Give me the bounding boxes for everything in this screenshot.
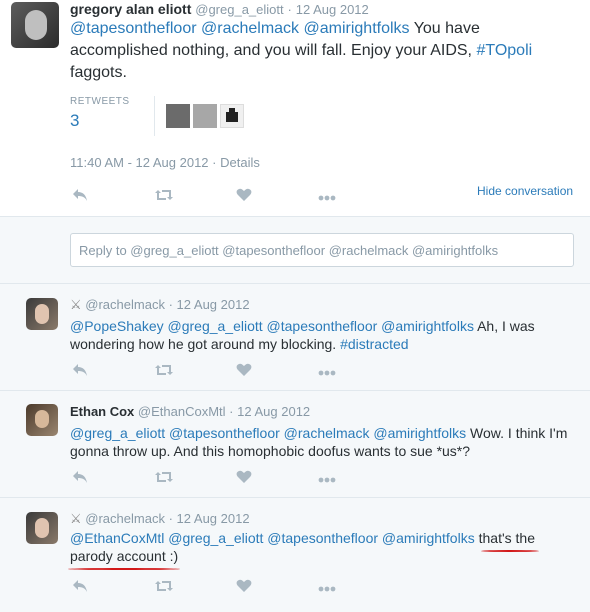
handle[interactable]: @EthanCoxMtl — [138, 404, 226, 419]
avatar[interactable] — [26, 404, 58, 436]
more-button[interactable] — [318, 362, 400, 382]
reply-icon — [72, 363, 88, 382]
separator-dot: · — [212, 155, 217, 170]
heart-icon — [236, 470, 252, 489]
retweeter-avatars — [166, 104, 244, 128]
tweet-actions — [72, 362, 400, 382]
retweet-icon — [154, 188, 174, 207]
hide-conversation-link[interactable]: Hide conversation — [477, 184, 573, 198]
retweets-count[interactable]: 3 — [70, 111, 154, 131]
tweet-text: @tapesonthefloor @rachelmack @amirightfo… — [70, 20, 533, 81]
red-underline-annotation — [481, 550, 539, 552]
more-button[interactable] — [318, 578, 400, 598]
heart-icon — [236, 579, 252, 598]
handle[interactable]: @rachelmack — [85, 297, 165, 312]
more-button[interactable] — [318, 469, 400, 489]
reply-button[interactable] — [72, 187, 154, 207]
retweeter-avatar[interactable] — [220, 104, 244, 128]
tweet-date[interactable]: 12 Aug 2012 — [237, 404, 310, 419]
reply-icon — [72, 579, 88, 598]
heart-icon — [236, 188, 252, 207]
reply-tweet: ⚔ @rachelmack · 12 Aug 2012 @EthanCoxMtl… — [0, 497, 590, 612]
red-underline-annotation — [68, 568, 180, 570]
tweet-text: @PopeShakey @greg_a_eliott @tapesonthefl… — [70, 318, 535, 352]
more-dots-icon — [318, 579, 336, 597]
favorite-button[interactable] — [236, 578, 318, 598]
favorite-button[interactable] — [236, 362, 318, 382]
reply-button[interactable] — [72, 578, 154, 598]
handle[interactable]: @greg_a_eliott — [195, 2, 283, 17]
more-dots-icon — [318, 188, 336, 206]
tweet-actions — [72, 469, 400, 489]
separator-dot: · — [168, 297, 173, 312]
tweet-timestamp[interactable]: 11:40 AM - 12 Aug 2012 — [70, 155, 209, 170]
mention[interactable]: @tapesonthefloor — [70, 20, 197, 37]
favorite-button[interactable] — [236, 187, 318, 207]
retweet-button[interactable] — [154, 578, 236, 598]
avatar[interactable] — [11, 2, 59, 48]
reply-input[interactable]: Reply to @greg_a_eliott @tapesonthefloor… — [70, 233, 574, 267]
display-name[interactable]: gregory alan eliott — [70, 1, 191, 17]
separator-dot: · — [229, 404, 234, 419]
reply-icon — [72, 188, 88, 207]
more-dots-icon — [318, 470, 336, 488]
mentions[interactable]: @EthanCoxMtl @greg_a_eliott @tapesonthef… — [70, 530, 475, 546]
reply-tweet: Ethan Cox @EthanCoxMtl · 12 Aug 2012 @gr… — [0, 390, 590, 497]
mentions[interactable]: @PopeShakey @greg_a_eliott @tapesonthefl… — [70, 318, 474, 334]
reply-icon — [72, 470, 88, 489]
main-tweet: gregory alan eliott @greg_a_eliott · 12 … — [0, 0, 590, 216]
mention[interactable]: @amirightfolks — [304, 20, 410, 37]
more-button[interactable] — [318, 187, 400, 207]
reply-button[interactable] — [72, 362, 154, 382]
avatar[interactable] — [26, 512, 58, 544]
retweet-button[interactable] — [154, 469, 236, 489]
tweet-actions — [72, 187, 400, 207]
separator-dot: · — [168, 511, 173, 526]
separator-dot: · — [287, 2, 292, 17]
mentions[interactable]: @greg_a_eliott @tapesonthefloor @rachelm… — [70, 425, 466, 441]
retweet-button[interactable] — [154, 362, 236, 382]
tweet-date[interactable]: 12 Aug 2012 — [177, 297, 250, 312]
mention[interactable]: @rachelmack — [201, 20, 299, 37]
reply-button[interactable] — [72, 469, 154, 489]
avatar[interactable] — [26, 298, 58, 330]
verified-swords-icon: ⚔ — [70, 511, 82, 526]
hashtag[interactable]: #TOpoli — [476, 42, 532, 59]
display-name[interactable]: Ethan Cox — [70, 404, 134, 419]
tweet-text: @EthanCoxMtl @greg_a_eliott @tapesonthef… — [70, 530, 535, 564]
retweet-stats: RETWEETS 3 — [70, 96, 155, 136]
tweet-actions — [72, 578, 400, 598]
tweet-text: @greg_a_eliott @tapesonthefloor @rachelm… — [70, 425, 568, 459]
heart-icon — [236, 363, 252, 382]
favorite-button[interactable] — [236, 469, 318, 489]
hashtag[interactable]: #distracted — [340, 336, 408, 352]
retweet-icon — [154, 363, 174, 382]
more-dots-icon — [318, 363, 336, 381]
handle[interactable]: @rachelmack — [85, 511, 165, 526]
verified-swords-icon: ⚔ — [70, 297, 82, 312]
retweeter-avatar[interactable] — [193, 104, 217, 128]
tweet-date[interactable]: 12 Aug 2012 — [296, 2, 369, 17]
retweet-icon — [154, 470, 174, 489]
tweet-date[interactable]: 12 Aug 2012 — [177, 511, 250, 526]
retweet-button[interactable] — [154, 187, 236, 207]
retweet-icon — [154, 579, 174, 598]
reply-tweet: ⚔ @rachelmack · 12 Aug 2012 @PopeShakey … — [0, 283, 590, 390]
details-link[interactable]: Details — [220, 155, 260, 170]
retweeter-avatar[interactable] — [166, 104, 190, 128]
retweets-label: RETWEETS — [70, 96, 130, 107]
